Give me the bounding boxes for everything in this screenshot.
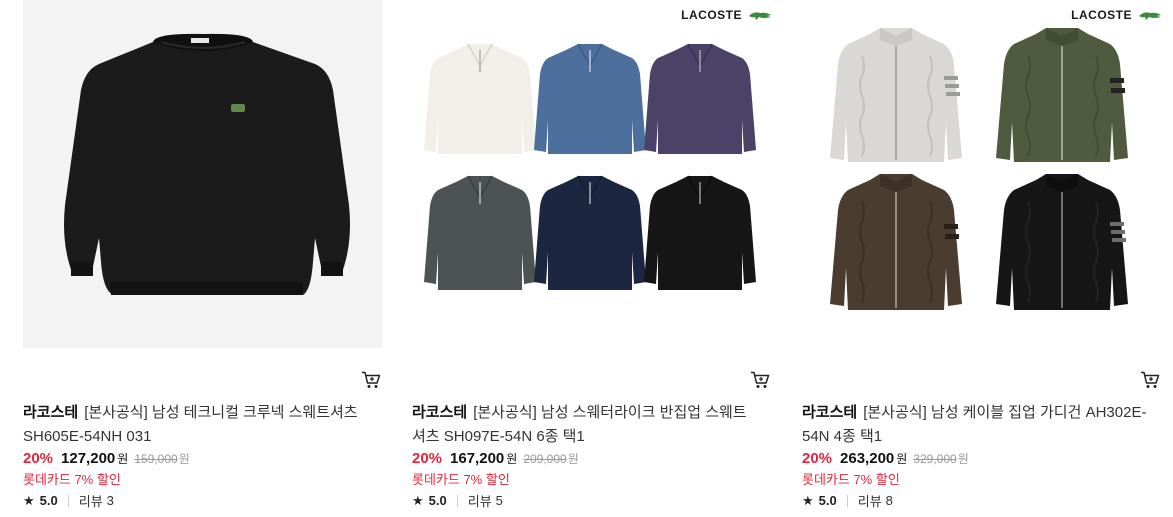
sale-price: 263,200	[840, 450, 895, 467]
original-price-unit: 원	[567, 452, 579, 466]
price-unit: 원	[117, 452, 129, 466]
card-promo: 롯데카드 7% 할인	[412, 472, 510, 487]
cart-icon	[1141, 371, 1160, 388]
review-label: 리뷰	[467, 494, 492, 509]
rating-row: ★ 5.0 리뷰 3	[23, 491, 114, 510]
sale-price: 127,200	[61, 450, 116, 467]
review-count: 3	[106, 493, 114, 508]
review-count: 8	[885, 493, 893, 508]
star-icon: ★	[412, 492, 424, 508]
discount-rate: 20%	[412, 450, 443, 467]
add-to-cart-button[interactable]	[1140, 371, 1160, 389]
product-grid: 라코스테 [본사공식] 남성 테크니컬 크루넥 스웨트셔츠 SH605E-54NH…	[0, 0, 1173, 517]
price-row: 20% 127,200 원 159,000 원	[23, 450, 190, 467]
review-count: 5	[495, 493, 503, 508]
original-price: 209,000	[523, 452, 567, 466]
star-icon: ★	[23, 492, 35, 508]
product-brand: 라코스테	[802, 404, 858, 421]
discount-rate: 20%	[802, 450, 833, 467]
product-brand: 라코스테	[23, 404, 79, 421]
rating-score: 5.0	[428, 493, 447, 508]
product-brand: 라코스테	[412, 404, 468, 421]
rating-row: ★ 5.0 리뷰 8	[802, 491, 893, 510]
divider	[456, 494, 458, 507]
price-unit: 원	[896, 452, 908, 466]
product-image[interactable]: LACOSTE	[802, 0, 1162, 348]
product-image[interactable]	[23, 0, 383, 348]
discount-rate: 20%	[23, 450, 54, 467]
price-unit: 원	[506, 452, 518, 466]
add-to-cart-button[interactable]	[750, 371, 770, 389]
original-price-unit: 원	[178, 452, 190, 466]
add-to-cart-button[interactable]	[361, 371, 381, 389]
product-image[interactable]: LACOSTE	[412, 0, 772, 348]
price-row: 20% 263,200 원 329,000 원	[802, 450, 969, 467]
product-card[interactable]: LACOSTE	[412, 0, 772, 517]
cable-cardigans-image	[830, 28, 1128, 310]
half-zip-sweatshirts-image	[424, 43, 756, 290]
star-icon: ★	[802, 492, 814, 508]
rating-row: ★ 5.0 리뷰 5	[412, 491, 503, 510]
original-price-unit: 원	[957, 452, 969, 466]
review-label: 리뷰	[857, 494, 882, 509]
product-title[interactable]: 라코스테 [본사공식] 남성 케이블 집업 가디건 AH302E-54N 4종 택…	[802, 401, 1147, 449]
cart-icon	[362, 371, 381, 388]
divider	[67, 494, 69, 507]
cart-icon	[751, 371, 770, 388]
card-promo: 롯데카드 7% 할인	[23, 472, 121, 487]
sale-price: 167,200	[450, 450, 505, 467]
crewneck-sweatshirt-image	[64, 33, 350, 295]
rating-score: 5.0	[39, 493, 58, 508]
review-label: 리뷰	[78, 494, 103, 509]
original-price: 159,000	[134, 452, 178, 466]
price-row: 20% 167,200 원 209,000 원	[412, 450, 579, 467]
product-card[interactable]: LACOSTE	[802, 0, 1162, 517]
original-price: 329,000	[913, 452, 957, 466]
product-title[interactable]: 라코스테 [본사공식] 남성 스웨터라이크 반집업 스웨트셔츠 SH097E-54…	[412, 401, 757, 449]
rating-score: 5.0	[818, 493, 837, 508]
card-promo: 롯데카드 7% 할인	[802, 472, 900, 487]
product-card[interactable]: 라코스테 [본사공식] 남성 테크니컬 크루넥 스웨트셔츠 SH605E-54NH…	[23, 0, 383, 517]
product-title[interactable]: 라코스테 [본사공식] 남성 테크니컬 크루넥 스웨트셔츠 SH605E-54NH…	[23, 401, 368, 449]
divider	[846, 494, 848, 507]
